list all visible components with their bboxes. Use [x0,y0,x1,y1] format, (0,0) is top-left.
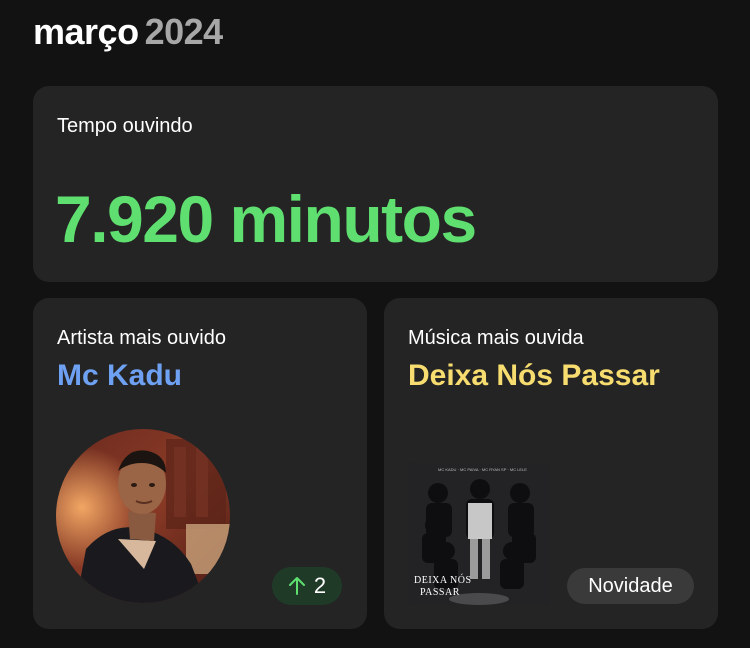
svg-text:MC KADU · MC PAIVA · MC RYAN S: MC KADU · MC PAIVA · MC RYAN SP · MC LEL… [438,467,527,472]
new-release-badge: Novidade [567,568,694,604]
year-label: 2024 [144,11,224,52]
album-cover-image: DEIXA NÓS PASSAR MC KADU · MC PAIVA · MC… [408,463,550,605]
artist-photo-image [56,429,230,603]
listening-time-value: 7.920 minutos [55,182,477,256]
monthly-recap-page: março 2024 Tempo ouvindo 7.920 minutos Ar… [0,0,750,648]
top-artist-name: Mc Kadu [57,359,183,392]
top-artist-card[interactable]: Artista mais ouvido Mc Kadu 2 [33,298,367,629]
top-song-title: Deixa Nós Passar [408,359,660,392]
top-song-label: Música mais ouvida [408,327,584,349]
rank-change-value: 2 [313,573,327,598]
top-song-card[interactable]: Música mais ouvida Deixa Nós Passar DEIX… [384,298,718,629]
listening-time-card[interactable]: Tempo ouvindo 7.920 minutos [33,86,718,282]
album-cover[interactable]: DEIXA NÓS PASSAR MC KADU · MC PAIVA · MC… [408,463,550,605]
svg-text:DEIXA NÓS: DEIXA NÓS [414,574,472,586]
listening-time-label: Tempo ouvindo [57,115,193,137]
rank-change-badge: 2 [272,567,342,605]
artist-avatar[interactable] [56,429,230,603]
top-artist-label: Artista mais ouvido [57,327,226,349]
month-label: março [33,11,139,52]
arrow-up-icon [288,577,305,595]
page-title: março 2024 [33,8,223,56]
svg-text:PASSAR: PASSAR [420,587,460,598]
